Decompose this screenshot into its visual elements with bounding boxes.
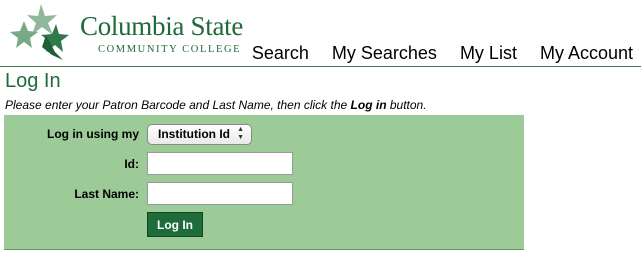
login-method-label: Log in using my	[47, 127, 139, 141]
header: Columbia State COMMUNITY COLLEGE Search …	[0, 0, 641, 67]
logo-name: Columbia State	[80, 11, 244, 41]
instructions-text-end: button.	[386, 98, 427, 112]
last-name-label: Last Name:	[74, 187, 139, 201]
nav-my-list-link[interactable]: My List	[460, 43, 517, 64]
id-label: Id:	[124, 157, 139, 171]
id-input[interactable]	[147, 152, 293, 175]
login-button[interactable]: Log In	[147, 212, 203, 237]
select-arrows-icon: ▲ ▼	[237, 126, 244, 141]
login-method-value: Institution Id	[158, 127, 230, 141]
instructions-text-start: Please enter your Patron Barcode and Las…	[5, 98, 351, 112]
page-title: Log In	[5, 70, 61, 92]
college-logo[interactable]: Columbia State COMMUNITY COLLEGE	[8, 2, 243, 62]
main-nav: Search My Searches My List My Account	[252, 43, 633, 64]
nav-my-account-link[interactable]: My Account	[540, 43, 633, 64]
logo-subtitle: COMMUNITY COLLEGE	[98, 44, 242, 55]
login-method-select[interactable]: Institution Id ▲ ▼	[147, 124, 252, 145]
last-name-input[interactable]	[147, 182, 293, 205]
instructions-button-name: Log in	[350, 98, 387, 112]
login-form-panel: Log in using my Institution Id ▲ ▼ Id: La…	[4, 115, 524, 250]
nav-search-link[interactable]: Search	[252, 43, 309, 64]
leaves-icon	[10, 4, 69, 60]
login-instructions: Please enter your Patron Barcode and Las…	[5, 98, 427, 112]
nav-my-searches-link[interactable]: My Searches	[332, 43, 437, 64]
